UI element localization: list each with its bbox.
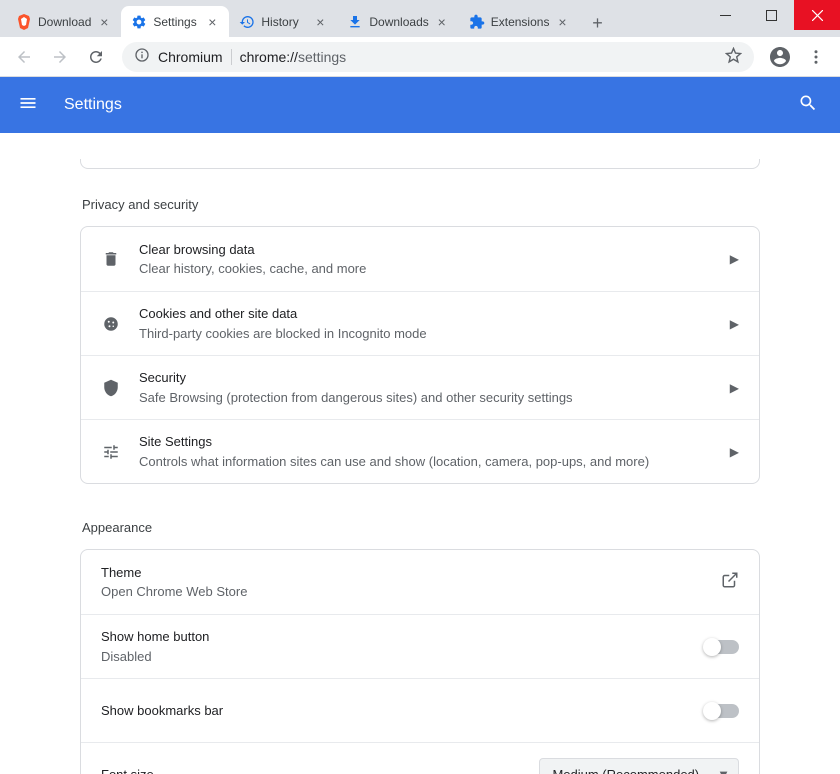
row-security[interactable]: Security Safe Browsing (protection from … [81,355,759,419]
page-title: Settings [64,96,798,114]
tab-downloads[interactable]: Downloads × [337,6,458,37]
row-title: Theme [101,563,703,583]
tune-icon [101,442,121,462]
cookie-icon [101,314,121,334]
window-minimize-button[interactable] [702,0,748,30]
url-text: chrome://settings [240,49,717,65]
chevron-right-icon: ▶ [730,445,739,459]
row-theme[interactable]: Theme Open Chrome Web Store [81,550,759,614]
dropdown-value: Medium (Recommended) [552,767,699,774]
tab-label: Settings [153,15,199,29]
row-bookmarks-bar: Show bookmarks bar [81,678,759,742]
tab-label: Download [38,15,91,29]
history-icon [239,14,255,30]
chevron-right-icon: ▶ [730,381,739,395]
row-sub: Open Chrome Web Store [101,582,703,602]
settings-content[interactable]: Privacy and security Clear browsing data… [0,133,840,774]
row-sub: Disabled [101,647,687,667]
menu-button[interactable] [800,41,832,73]
section-title-privacy: Privacy and security [80,197,760,212]
trash-icon [101,249,121,269]
site-label: Chromium [158,49,223,65]
puzzle-icon [469,14,485,30]
privacy-card: Clear browsing data Clear history, cooki… [80,226,760,484]
row-home-button: Show home button Disabled [81,614,759,678]
tab-settings[interactable]: Settings × [121,6,229,37]
close-icon[interactable]: × [555,15,569,29]
row-title: Site Settings [139,432,712,452]
tab-history[interactable]: History × [229,6,337,37]
reload-button[interactable] [80,41,112,73]
divider [231,49,232,65]
close-icon[interactable]: × [313,15,327,29]
bookmarks-toggle[interactable] [705,704,739,718]
profile-button[interactable] [764,41,796,73]
back-button[interactable] [8,41,40,73]
row-clear-browsing-data[interactable]: Clear browsing data Clear history, cooki… [81,227,759,291]
site-info-icon[interactable] [134,47,150,66]
row-sub: Safe Browsing (protection from dangerous… [139,388,712,408]
row-site-settings[interactable]: Site Settings Controls what information … [81,419,759,483]
bookmark-star-icon[interactable] [725,47,742,67]
row-font-size: Font size Medium (Recommended) ▼ [81,742,759,774]
toolbar: Chromium chrome://settings [0,37,840,77]
row-title: Font size [101,765,521,774]
download-icon [347,14,363,30]
tab-download[interactable]: Download × [6,6,121,37]
card-partial [80,159,760,169]
row-sub: Clear history, cookies, cache, and more [139,259,712,279]
row-title: Clear browsing data [139,240,712,260]
close-icon[interactable]: × [205,15,219,29]
home-button-toggle[interactable] [705,640,739,654]
external-link-icon [721,571,739,594]
window-maximize-button[interactable] [748,0,794,30]
search-icon[interactable] [798,93,822,117]
tab-label: Downloads [369,15,428,29]
row-cookies[interactable]: Cookies and other site data Third-party … [81,291,759,355]
appearance-card: Theme Open Chrome Web Store Show home bu… [80,549,760,774]
shield-icon [101,378,121,398]
window-close-button[interactable] [794,0,840,30]
section-title-appearance: Appearance [80,520,760,535]
row-title: Show home button [101,627,687,647]
menu-icon[interactable] [18,93,42,117]
row-sub: Third-party cookies are blocked in Incog… [139,324,712,344]
row-title: Cookies and other site data [139,304,712,324]
address-bar[interactable]: Chromium chrome://settings [122,42,754,72]
close-icon[interactable]: × [435,15,449,29]
chevron-down-icon: ▼ [717,767,730,774]
tab-label: History [261,15,307,29]
tab-extensions[interactable]: Extensions × [459,6,580,37]
settings-header: Settings [0,77,840,133]
chevron-right-icon: ▶ [730,317,739,331]
close-icon[interactable]: × [97,15,111,29]
new-tab-button[interactable]: + [583,9,611,37]
tab-label: Extensions [491,15,550,29]
row-title: Show bookmarks bar [101,701,687,721]
gear-icon [131,14,147,30]
font-size-dropdown[interactable]: Medium (Recommended) ▼ [539,758,739,774]
row-sub: Controls what information sites can use … [139,452,712,472]
forward-button[interactable] [44,41,76,73]
brave-icon [16,14,32,30]
chevron-right-icon: ▶ [730,252,739,266]
row-title: Security [139,368,712,388]
